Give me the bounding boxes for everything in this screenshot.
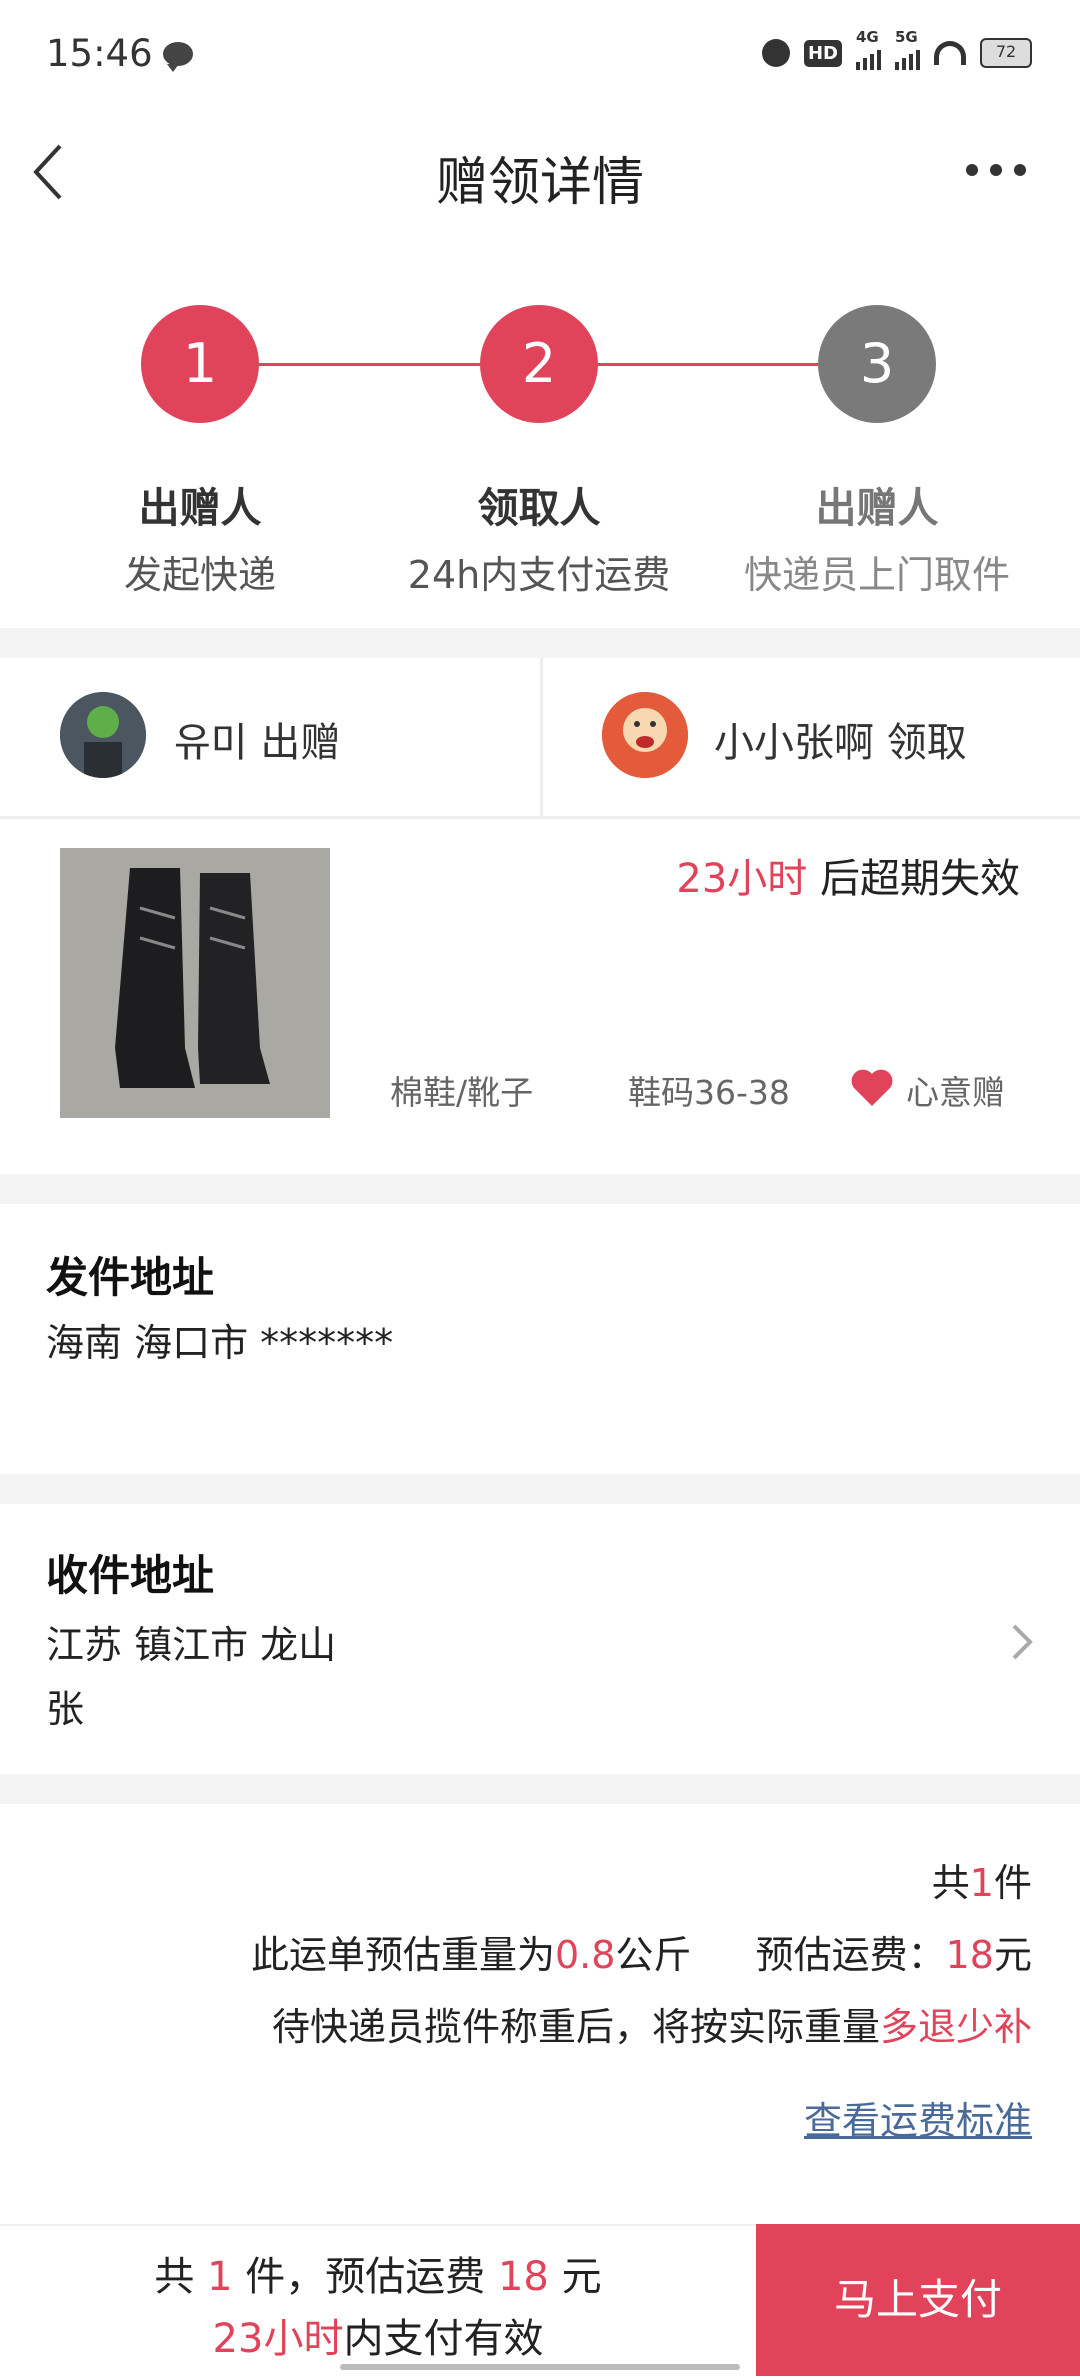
signal-icon-4g: 4G bbox=[856, 28, 881, 70]
step-3-subtitle: 快递员上门取件 bbox=[743, 553, 1010, 597]
sender-address-title: 发件地址 bbox=[46, 1253, 215, 1302]
weight-fee-line: 此运单预估重量为0.8公斤 预估运费：18元 bbox=[250, 1933, 1032, 1977]
step-1-title: 出赠人 bbox=[138, 484, 262, 532]
page-title: 赠领详情 bbox=[435, 153, 644, 213]
home-indicator[interactable] bbox=[340, 2364, 740, 2370]
section-divider bbox=[0, 1174, 1080, 1204]
step-2-title: 领取人 bbox=[477, 484, 601, 532]
alarm-icon bbox=[761, 39, 790, 67]
status-icons: HD 4G 5G 72 bbox=[761, 28, 1032, 70]
receiver-address-line1: 江苏 镇江市 龙山 bbox=[46, 1623, 337, 1667]
step-1-subtitle: 发起快递 bbox=[123, 553, 276, 597]
bottom-summary-line2: 23小时内支付有效 bbox=[212, 2316, 544, 2362]
receiver-address-title: 收件地址 bbox=[46, 1551, 215, 1600]
more-options-icon[interactable] bbox=[966, 164, 1026, 178]
step-2-subtitle: 24h内支付运费 bbox=[407, 553, 671, 597]
wifi-icon bbox=[934, 41, 966, 65]
bottom-summary-line1: 共 1 件，预估运费 18 元 bbox=[154, 2254, 602, 2300]
section-divider bbox=[0, 1474, 1080, 1504]
sender-address-line: 海南 海口市 ******* bbox=[46, 1321, 394, 1365]
hd-icon: HD bbox=[803, 39, 842, 67]
item-photo[interactable] bbox=[60, 848, 330, 1118]
item-count: 共1件 bbox=[931, 1861, 1032, 1905]
item-category: 棉鞋/靴子 bbox=[390, 1073, 534, 1112]
item-size: 鞋码36-38 bbox=[628, 1073, 790, 1112]
heart-icon bbox=[851, 1069, 893, 1106]
giver-name: 유미 出赠 bbox=[174, 720, 341, 766]
step-3-circle: 3 bbox=[818, 305, 936, 423]
step-connector bbox=[596, 363, 818, 366]
section-divider bbox=[0, 1774, 1080, 1804]
section-divider bbox=[0, 816, 1080, 819]
receiver-avatar[interactable] bbox=[602, 692, 688, 778]
pay-now-button[interactable]: 马上支付 bbox=[756, 2224, 1080, 2376]
giver-avatar[interactable] bbox=[60, 692, 146, 778]
step-3-title: 出赠人 bbox=[815, 484, 939, 532]
fee-standard-link[interactable]: 查看运费标准 bbox=[804, 2090, 1032, 2145]
step-connector bbox=[258, 363, 480, 366]
receiver-name: 小小张啊 领取 bbox=[714, 720, 967, 766]
chevron-right-icon[interactable] bbox=[1010, 1622, 1034, 1662]
weight-note: 待快递员揽件称重后，将按实际重量多退少补 bbox=[271, 2005, 1032, 2049]
step-2-circle: 2 bbox=[480, 305, 598, 423]
party-separator bbox=[540, 658, 543, 818]
chat-icon bbox=[163, 42, 193, 72]
status-time: 15:46 bbox=[46, 32, 153, 75]
receiver-address-line2: 张 bbox=[46, 1687, 85, 1731]
step-1-circle: 1 bbox=[141, 305, 259, 423]
section-divider bbox=[0, 628, 1080, 658]
expire-notice: 23小时 后超期失效 bbox=[676, 856, 1020, 902]
signal-icon-5g: 5G bbox=[895, 28, 920, 70]
item-tag: 心意赠 bbox=[906, 1073, 1005, 1112]
battery-icon: 72 bbox=[980, 38, 1032, 68]
